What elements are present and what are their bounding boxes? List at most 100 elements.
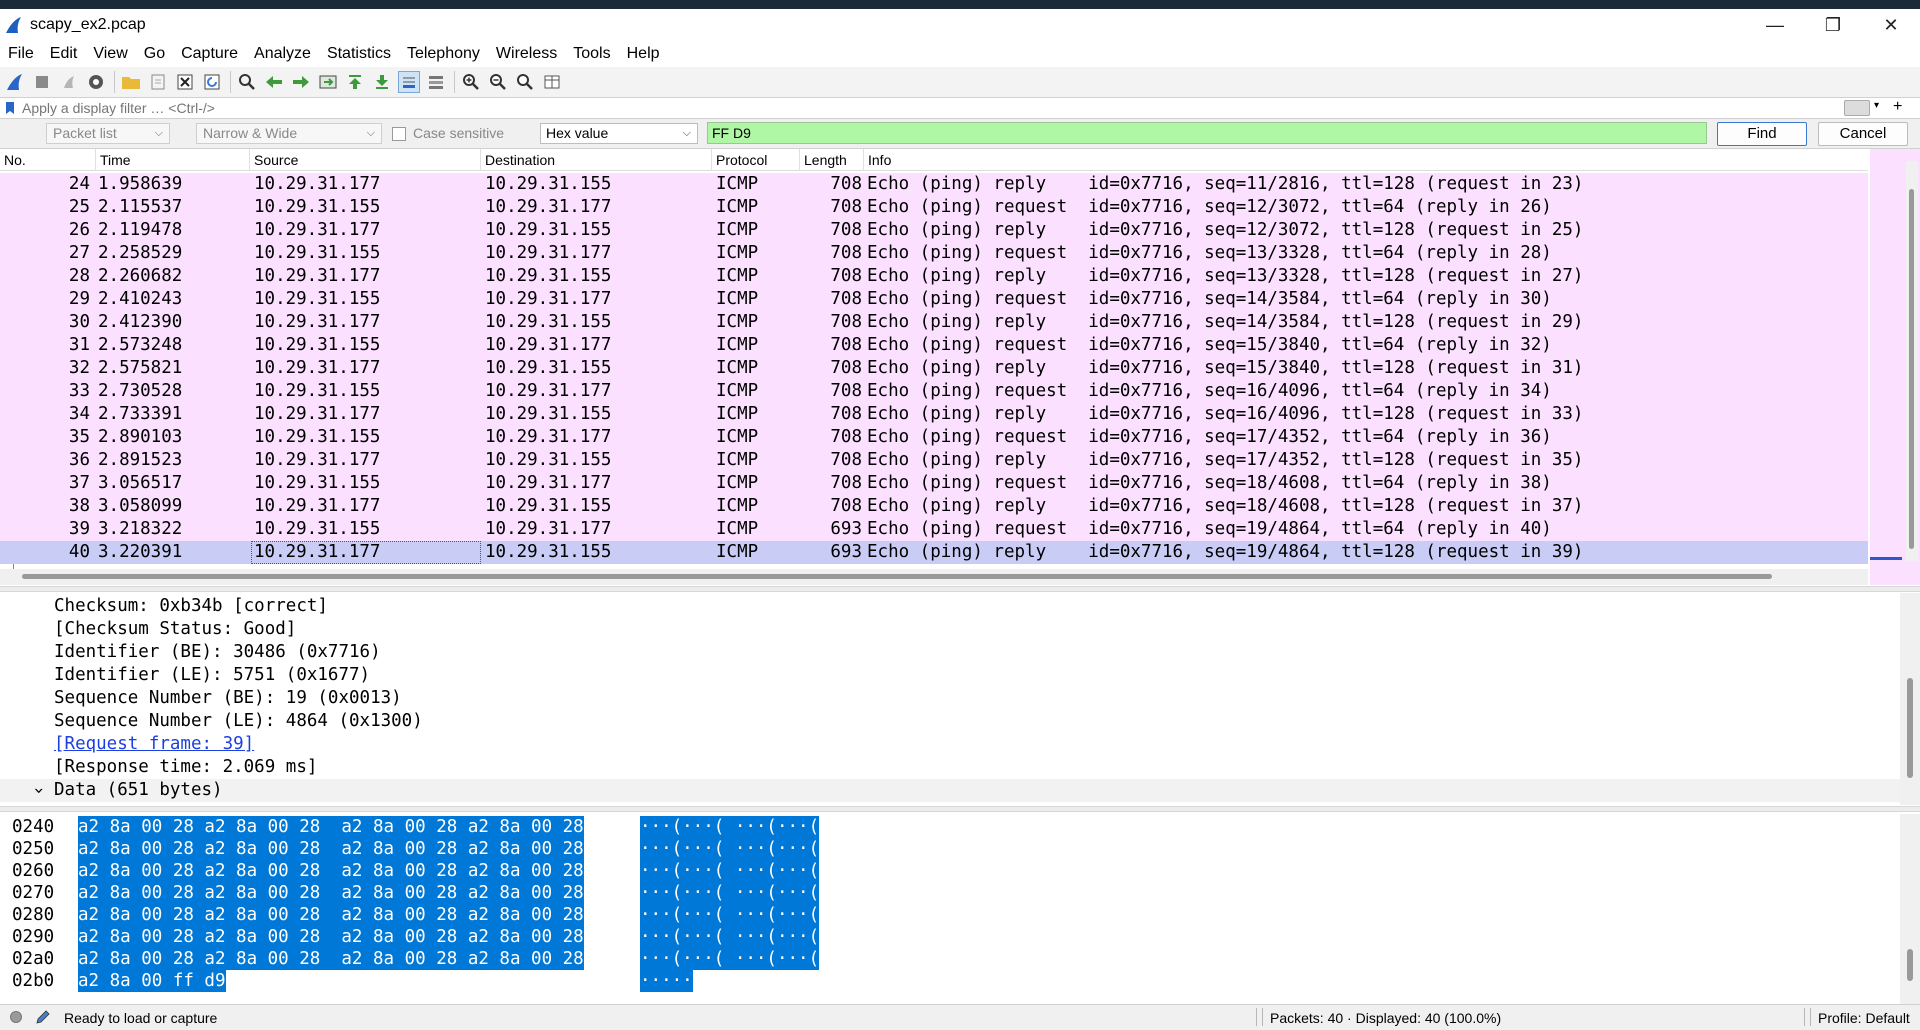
- table-row[interactable]: 26 2.119478 10.29.31.177 10.29.31.155 ICMP 70…: [0, 219, 1868, 242]
- save-file-icon[interactable]: [147, 71, 169, 93]
- char-width-select[interactable]: Narrow & Wide ⌵: [196, 123, 382, 144]
- find-packet-icon[interactable]: [236, 71, 258, 93]
- detail-checksum-status[interactable]: [Checksum Status: Good]: [54, 618, 296, 641]
- profile-label[interactable]: Profile: Default: [1818, 1010, 1910, 1026]
- column-header-source[interactable]: Source: [250, 149, 481, 171]
- expert-info-icon[interactable]: [10, 1011, 22, 1023]
- bytes-scrollbar[interactable]: [1900, 814, 1920, 1004]
- scroll-thumb[interactable]: [1907, 949, 1913, 981]
- detail-identifier-be[interactable]: Identifier (BE): 30486 (0x7716): [54, 641, 381, 664]
- find-search-input[interactable]: FF D9: [707, 122, 1707, 144]
- menu-help[interactable]: Help: [619, 45, 668, 63]
- table-row[interactable]: 25 2.115537 10.29.31.155 10.29.31.177 ICMP 70…: [0, 196, 1868, 219]
- scroll-thumb[interactable]: [1909, 189, 1914, 549]
- reload-file-icon[interactable]: [201, 71, 223, 93]
- packet-list-scrollbar[interactable]: [1870, 149, 1920, 585]
- menu-capture[interactable]: Capture: [173, 45, 246, 63]
- menu-wireless[interactable]: Wireless: [488, 45, 565, 63]
- menu-telephony[interactable]: Telephony: [399, 45, 488, 63]
- table-row[interactable]: 30 2.412390 10.29.31.177 10.29.31.155 ICMP 70…: [0, 311, 1868, 334]
- menu-file[interactable]: File: [0, 45, 42, 63]
- colorize-icon[interactable]: [425, 71, 447, 93]
- zoom-out-icon[interactable]: [487, 71, 509, 93]
- hex-offset[interactable]: 02b0: [12, 970, 72, 992]
- menu-statistics[interactable]: Statistics: [319, 45, 399, 63]
- detail-seq-le[interactable]: Sequence Number (LE): 4864 (0x1300): [54, 710, 423, 733]
- packet-list-hscrollbar[interactable]: [0, 569, 1868, 585]
- column-header-protocol[interactable]: Protocol: [712, 149, 800, 171]
- column-header-time[interactable]: Time: [96, 149, 250, 171]
- table-row[interactable]: 24 1.958639 10.29.31.177 10.29.31.155 ICMP 70…: [0, 173, 1868, 196]
- go-back-icon[interactable]: [263, 71, 285, 93]
- table-row[interactable]: 28 2.260682 10.29.31.177 10.29.31.155 ICMP 70…: [0, 265, 1868, 288]
- search-in-select[interactable]: Packet list ⌵: [46, 123, 170, 144]
- menu-view[interactable]: View: [85, 45, 135, 63]
- hex-bytes[interactable]: a2 8a 00 28 a2 8a 00 28 a2 8a 00 28 a2 8…: [78, 904, 584, 926]
- close-icon[interactable]: ✕: [1862, 9, 1920, 41]
- search-type-select[interactable]: Hex value ⌵: [540, 123, 698, 144]
- last-packet-icon[interactable]: [371, 71, 393, 93]
- expand-arrow-icon[interactable]: ›: [27, 784, 50, 798]
- hex-bytes[interactable]: a2 8a 00 28 a2 8a 00 28 a2 8a 00 28 a2 8…: [78, 838, 584, 860]
- capture-options-icon[interactable]: [85, 71, 107, 93]
- close-file-icon[interactable]: [174, 71, 196, 93]
- scroll-thumb[interactable]: [1907, 678, 1913, 778]
- table-row[interactable]: 38 3.058099 10.29.31.177 10.29.31.155 ICMP 70…: [0, 495, 1868, 518]
- cancel-button[interactable]: Cancel: [1818, 122, 1908, 146]
- detail-response-time[interactable]: [Response time: 2.069 ms]: [54, 756, 317, 779]
- column-header-destination[interactable]: Destination: [481, 149, 712, 171]
- table-row[interactable]: 29 2.410243 10.29.31.155 10.29.31.177 ICMP 70…: [0, 288, 1868, 311]
- menu-tools[interactable]: Tools: [565, 45, 618, 63]
- hex-bytes[interactable]: a2 8a 00 28 a2 8a 00 28 a2 8a 00 28 a2 8…: [78, 882, 584, 904]
- hex-offset[interactable]: 0240: [12, 816, 72, 838]
- first-packet-icon[interactable]: [344, 71, 366, 93]
- table-row[interactable]: 32 2.575821 10.29.31.177 10.29.31.155 ICMP 70…: [0, 357, 1868, 380]
- ascii-bytes[interactable]: ···(···( ···(···(: [640, 860, 820, 882]
- filter-dropdown-icon[interactable]: ▾: [1874, 100, 1879, 111]
- ascii-bytes[interactable]: ···(···( ···(···(: [640, 948, 820, 970]
- detail-seq-be[interactable]: Sequence Number (BE): 19 (0x0013): [54, 687, 402, 710]
- column-header-length[interactable]: Length: [800, 149, 864, 171]
- ascii-bytes[interactable]: ···(···( ···(···(: [640, 926, 820, 948]
- table-row[interactable]: 35 2.890103 10.29.31.155 10.29.31.177 ICMP 70…: [0, 426, 1868, 449]
- details-scrollbar[interactable]: [1900, 593, 1920, 805]
- column-header-info[interactable]: Info: [864, 149, 1868, 171]
- go-forward-icon[interactable]: [290, 71, 312, 93]
- hex-offset[interactable]: 0250: [12, 838, 72, 860]
- start-capture-icon[interactable]: [4, 71, 26, 93]
- hscroll-thumb[interactable]: [22, 574, 1772, 579]
- open-folder-icon[interactable]: [120, 71, 142, 93]
- go-to-packet-icon[interactable]: [317, 71, 339, 93]
- column-header-no[interactable]: No.: [0, 149, 96, 171]
- ascii-bytes[interactable]: ···(···( ···(···(: [640, 882, 820, 904]
- add-filter-button-icon[interactable]: +: [1893, 98, 1902, 116]
- detail-identifier-le[interactable]: Identifier (LE): 5751 (0x1677): [54, 664, 370, 687]
- apply-filter-arrow-icon[interactable]: [1844, 100, 1870, 116]
- data-node[interactable]: Data (651 bytes): [54, 779, 223, 802]
- resize-columns-icon[interactable]: [541, 71, 563, 93]
- restart-capture-icon[interactable]: [58, 71, 80, 93]
- hex-offset[interactable]: 0260: [12, 860, 72, 882]
- display-filter-input[interactable]: [22, 99, 1842, 117]
- hex-offset[interactable]: 0280: [12, 904, 72, 926]
- minimize-icon[interactable]: —: [1746, 9, 1804, 41]
- table-row[interactable]: 34 2.733391 10.29.31.177 10.29.31.155 ICMP 70…: [0, 403, 1868, 426]
- ascii-bytes[interactable]: ·····: [640, 970, 693, 992]
- normal-size-icon[interactable]: [514, 71, 536, 93]
- hex-bytes[interactable]: a2 8a 00 28 a2 8a 00 28 a2 8a 00 28 a2 8…: [78, 926, 584, 948]
- table-row[interactable]: 33 2.730528 10.29.31.155 10.29.31.177 ICMP 70…: [0, 380, 1868, 403]
- zoom-in-icon[interactable]: [460, 71, 482, 93]
- case-sensitive-checkbox[interactable]: [392, 127, 406, 141]
- hex-offset[interactable]: 0290: [12, 926, 72, 948]
- ascii-bytes[interactable]: ···(···( ···(···(: [640, 904, 820, 926]
- table-row[interactable]: 31 2.573248 10.29.31.155 10.29.31.177 ICMP 70…: [0, 334, 1868, 357]
- hex-bytes[interactable]: a2 8a 00 ff d9: [78, 970, 226, 992]
- table-row[interactable]: 36 2.891523 10.29.31.177 10.29.31.155 ICMP 70…: [0, 449, 1868, 472]
- detail-checksum[interactable]: Checksum: 0xb34b [correct]: [54, 595, 328, 618]
- ascii-bytes[interactable]: ···(···( ···(···(: [640, 816, 820, 838]
- auto-scroll-icon[interactable]: [398, 71, 420, 93]
- hex-offset[interactable]: 02a0: [12, 948, 72, 970]
- data-node-row[interactable]: [0, 779, 1900, 802]
- table-row[interactable]: 37 3.056517 10.29.31.155 10.29.31.177 ICMP 70…: [0, 472, 1868, 495]
- table-row[interactable]: 27 2.258529 10.29.31.155 10.29.31.177 ICMP 70…: [0, 242, 1868, 265]
